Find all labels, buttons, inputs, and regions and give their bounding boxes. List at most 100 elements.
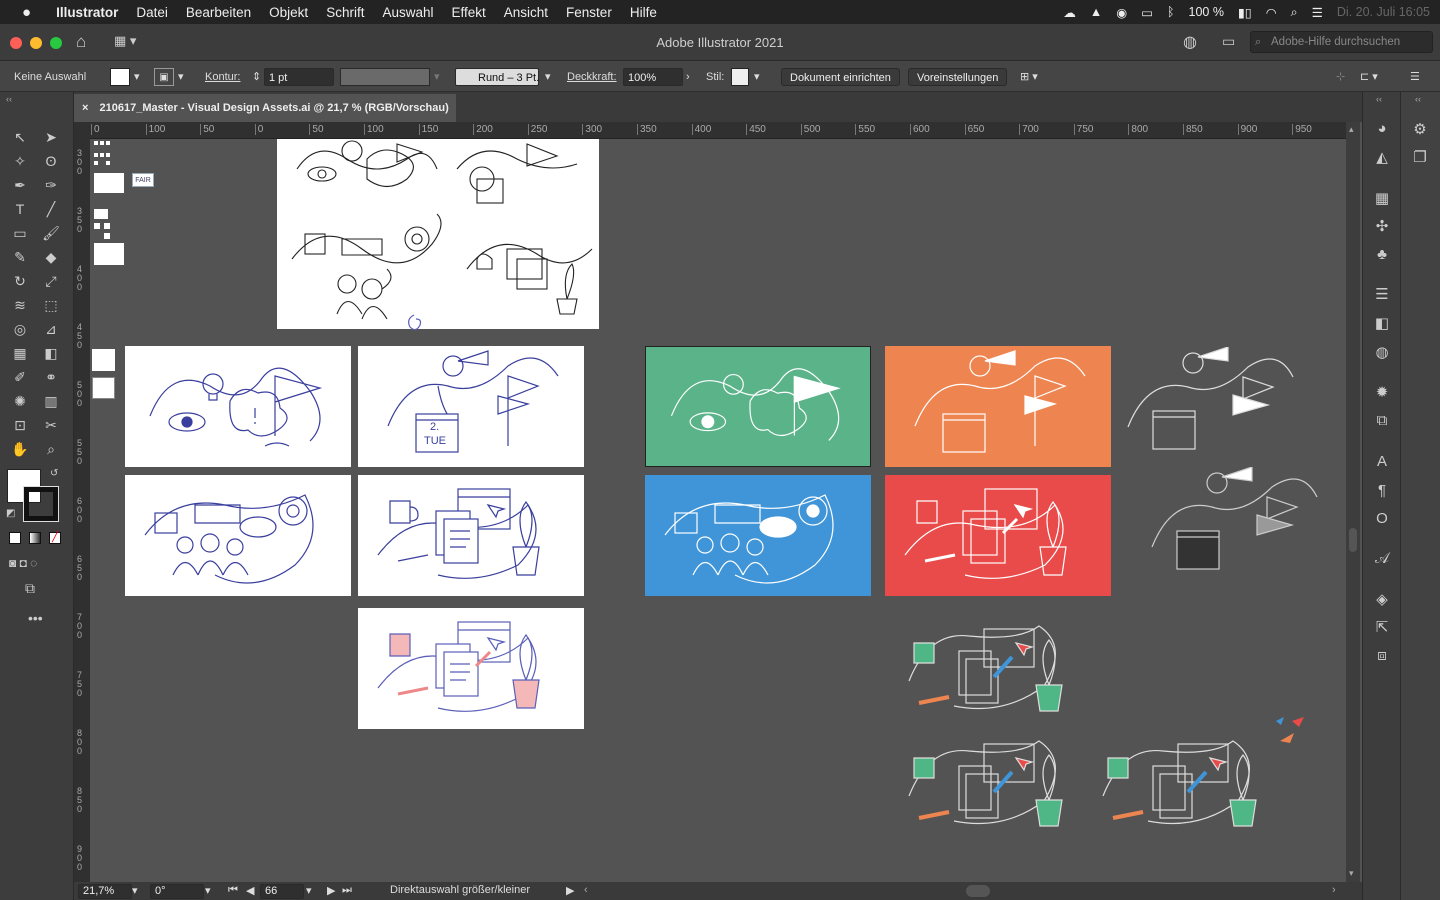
arrange-documents-icon[interactable]: ⊞ ▾ xyxy=(1020,68,1038,86)
align-icon[interactable]: ⊹ xyxy=(1336,68,1345,86)
vertical-ruler[interactable]: 3 0 0 3 5 0 4 0 0 4 5 0 5 0 0 5 5 0 6 0 0 6 5 0… xyxy=(74,139,90,882)
menu-objekt[interactable]: Objekt xyxy=(260,5,317,20)
opentype-panel-icon[interactable]: O xyxy=(1372,508,1392,528)
opacity-label[interactable]: Deckkraft: xyxy=(567,68,617,86)
free-transform-tool-icon[interactable]: ⬚ xyxy=(40,294,62,316)
variable-width-profile[interactable] xyxy=(340,68,430,86)
profile-dropdown-icon[interactable]: ▾ xyxy=(434,68,440,86)
eraser-tool-icon[interactable]: ◆ xyxy=(40,246,62,268)
artboard-work-red[interactable] xyxy=(885,475,1111,596)
gradient-tool-icon[interactable]: ◧ xyxy=(40,342,62,364)
artboard-tool-icon[interactable]: ⊡ xyxy=(9,414,31,436)
character-panel-icon[interactable]: A xyxy=(1372,451,1392,471)
menu-illustrator[interactable]: Illustrator xyxy=(47,5,127,20)
illustration-vision-white-1[interactable] xyxy=(1118,347,1298,465)
stroke-stepper-icon[interactable]: ⇕ xyxy=(252,68,261,86)
gradient-mode-icon[interactable] xyxy=(29,532,41,544)
menubar-clock[interactable]: Di. 20. Juli 16:05 xyxy=(1337,5,1430,19)
brush-dropdown-icon[interactable]: ▾ xyxy=(545,68,551,86)
fill-color-swatch[interactable] xyxy=(110,68,130,86)
creative-cloud-icon[interactable]: ☁ xyxy=(1063,5,1076,20)
spotlight-icon[interactable]: ⌕ xyxy=(1291,5,1298,20)
menu-bearbeiten[interactable]: Bearbeiten xyxy=(177,5,260,20)
lasso-tool-icon[interactable]: ʘ xyxy=(40,150,62,172)
artboard-idea-navy[interactable] xyxy=(125,346,351,467)
glyphs-panel-icon[interactable]: 𝒜 xyxy=(1372,548,1392,568)
preferences-button[interactable]: Voreinstellungen xyxy=(908,68,1008,86)
layers-panel-icon[interactable]: ◈ xyxy=(1372,589,1392,609)
none-mode-icon[interactable]: ╱ xyxy=(49,532,61,544)
slice-tool-icon[interactable]: ✂ xyxy=(40,414,62,436)
artboard-canvas[interactable]: FAIR 2. TUE xyxy=(90,139,1346,882)
type-tool-icon[interactable]: T xyxy=(9,198,31,220)
ruler-corner[interactable] xyxy=(74,122,90,139)
menu-hilfe[interactable]: Hilfe xyxy=(621,5,666,20)
help-search-input[interactable]: Adobe-Hilfe durchsuchen xyxy=(1250,31,1433,53)
stroke-panel-icon[interactable]: ☰ xyxy=(1372,284,1392,304)
close-document-icon[interactable]: × xyxy=(82,102,88,114)
status-menu-icon[interactable]: ▶ xyxy=(566,884,574,897)
zoom-tool-icon[interactable]: ⌕ xyxy=(40,438,62,460)
paintbrush-tool-icon[interactable]: 🖌 xyxy=(40,222,62,244)
screen-mode-icon[interactable]: ⧉ xyxy=(25,580,35,597)
transparency-panel-icon[interactable]: ◍ xyxy=(1372,342,1392,362)
drive-icon[interactable]: ▲ xyxy=(1090,5,1102,19)
perspective-grid-tool-icon[interactable]: ⊿ xyxy=(40,318,62,340)
stroke-weight-field[interactable]: 1 pt xyxy=(264,68,334,86)
scroll-down-arrow-icon[interactable]: ▾ xyxy=(1349,868,1354,879)
graphic-styles-panel-icon[interactable]: ⧉ xyxy=(1372,410,1392,430)
illustration-work-colored-1[interactable] xyxy=(904,621,1084,721)
stroke-dropdown-icon[interactable]: ▾ xyxy=(178,68,184,86)
scale-tool-icon[interactable]: ⤢ xyxy=(40,270,62,292)
opacity-field[interactable]: 100% xyxy=(623,68,683,86)
artboard-team-blue[interactable] xyxy=(645,475,871,596)
symbol-sprayer-tool-icon[interactable]: ✺ xyxy=(9,390,31,412)
illustration-vision-white-2[interactable] xyxy=(1142,467,1322,579)
collapse-dock-icon[interactable]: ‹‹ xyxy=(1376,94,1382,104)
document-tab[interactable]: × 210617_Master - Visual Design Assets.a… xyxy=(74,94,456,122)
artboard-vision-navy[interactable]: 2. TUE xyxy=(358,346,584,467)
artboard-team-navy[interactable] xyxy=(125,475,351,596)
artboard-vision-orange[interactable] xyxy=(885,346,1111,467)
scroll-left-arrow-icon[interactable]: ‹ xyxy=(584,884,588,896)
next-artboard-icon[interactable]: ▶ xyxy=(327,884,335,897)
sketch-artboard[interactable] xyxy=(277,139,599,329)
color-mode-icon[interactable] xyxy=(9,532,21,544)
libraries-panel-icon[interactable]: ❐ xyxy=(1410,147,1430,167)
battery-icon[interactable]: ▮▯ xyxy=(1238,5,1252,20)
brush-definition[interactable]: Rund – 3 Pt. xyxy=(455,68,539,86)
menu-datei[interactable]: Datei xyxy=(127,5,177,20)
drawing-mode-icon[interactable]: ◙ ◘ ◌ xyxy=(9,556,37,570)
artboard-work-pink[interactable] xyxy=(358,608,584,729)
wifi-icon[interactable]: ◠ xyxy=(1266,5,1277,20)
blend-tool-icon[interactable]: ⚭ xyxy=(40,366,62,388)
artboard-idea-green[interactable] xyxy=(645,346,871,467)
shaper-tool-icon[interactable]: ✎ xyxy=(9,246,31,268)
selection-tool-icon[interactable]: ↖ xyxy=(9,126,31,148)
rotate-tool-icon[interactable]: ↻ xyxy=(9,270,31,292)
collapse-dock2-icon[interactable]: ‹‹ xyxy=(1415,94,1421,104)
artboard-number-field[interactable]: 66 xyxy=(260,884,304,899)
artboards-panel-icon[interactable]: ⧈ xyxy=(1372,645,1392,665)
control-menu-icon[interactable]: ☰ xyxy=(1410,68,1420,86)
appearance-panel-icon[interactable]: ✹ xyxy=(1372,382,1392,402)
color-panel-icon[interactable]: ◕ xyxy=(1372,118,1392,138)
column-graph-tool-icon[interactable]: ▥ xyxy=(40,390,62,412)
account-icon[interactable]: ◍ xyxy=(1183,32,1197,52)
menu-ansicht[interactable]: Ansicht xyxy=(495,5,557,20)
mesh-tool-icon[interactable]: ▦ xyxy=(9,342,31,364)
brushes-panel-icon[interactable]: ✣ xyxy=(1372,216,1392,236)
properties-panel-icon[interactable]: ⚙ xyxy=(1410,119,1430,139)
edit-toolbar-icon[interactable]: ••• xyxy=(28,610,43,626)
asset-export-panel-icon[interactable]: ⇱ xyxy=(1372,617,1392,637)
previous-artboard-icon[interactable]: ◀ xyxy=(246,884,254,897)
zoom-dropdown-icon[interactable]: ▾ xyxy=(132,884,138,897)
scroll-up-arrow-icon[interactable]: ▴ xyxy=(1349,124,1354,135)
transform-icon[interactable]: ⊏ ▾ xyxy=(1360,68,1378,86)
pen-tool-icon[interactable]: ✒ xyxy=(9,174,31,196)
stroke-label[interactable]: Kontur: xyxy=(205,68,240,86)
opacity-arrow-icon[interactable]: › xyxy=(686,68,690,86)
gradient-panel-icon[interactable]: ◧ xyxy=(1372,313,1392,333)
graphic-style-swatch[interactable] xyxy=(731,68,749,86)
stroke-color-swatch[interactable]: ▣ xyxy=(154,68,174,86)
